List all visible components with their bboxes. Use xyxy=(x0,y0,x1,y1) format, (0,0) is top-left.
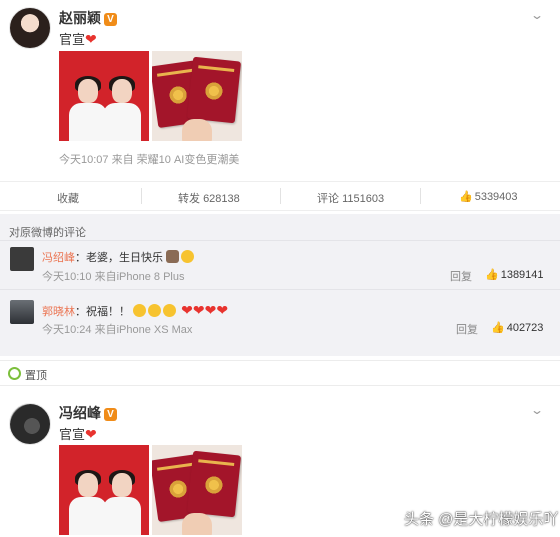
person-figure xyxy=(69,470,107,535)
comment-meta: 今天10:24 来自iPhone XS Max xyxy=(42,321,192,337)
repost-button[interactable]: 转发 628138 xyxy=(178,190,240,206)
pin-icon xyxy=(8,367,21,380)
like-count: 5339403 xyxy=(474,191,518,203)
thumbs-up-icon: 👍 xyxy=(459,191,473,203)
repost-label: 转发 xyxy=(178,193,200,205)
pinned-label: 置顶 xyxy=(25,370,47,382)
post-text: 官宣❤ xyxy=(59,29,97,48)
hand-icon xyxy=(182,119,212,141)
comment-item: 冯绍峰：老婆，生日快乐 今天10:10 来自iPhone 8 Plus 回复 👍… xyxy=(0,240,560,290)
thumbs-up-icon: 👍 xyxy=(491,322,505,334)
comment-username[interactable]: 冯绍峰 xyxy=(42,252,75,264)
post-username[interactable]: 赵丽颖 V xyxy=(59,8,117,28)
post-text: 官宣❤ xyxy=(59,424,97,443)
comment-time: 今天10:24 xyxy=(42,324,92,336)
comment-content: 老婆，生日快乐 xyxy=(86,252,163,264)
avatar[interactable] xyxy=(9,7,51,49)
face-emoji-icon xyxy=(163,304,177,317)
post-text-content: 官宣 xyxy=(59,427,86,442)
chevron-down-icon[interactable]: ⌄ xyxy=(530,8,544,22)
comment-like-count: 402723 xyxy=(506,322,544,334)
person-figure xyxy=(103,470,141,535)
post-image-certificates[interactable] xyxy=(152,51,242,141)
watermark: 头条 @是大柠檬娱乐吖 xyxy=(404,511,559,528)
comment-time: 今天10:10 xyxy=(42,271,92,283)
post-image-couple[interactable] xyxy=(59,51,149,141)
comment-like-button[interactable]: 👍 402723 xyxy=(491,321,543,334)
comment-like-button[interactable]: 👍 1389141 xyxy=(485,268,544,281)
verified-icon: V xyxy=(104,408,117,421)
weibo-post-1: 赵丽颖 V ⌄ 官宣❤ 今天10:07 来自 荣耀10 AI变色更潮美 xyxy=(0,0,560,181)
post-username[interactable]: 冯绍峰 V xyxy=(59,403,117,423)
comment-text: 郭晓林：祝福！！ ❤❤❤❤ xyxy=(42,302,228,319)
divider xyxy=(420,188,421,204)
post-time[interactable]: 今天10:07 xyxy=(59,154,109,166)
like-button[interactable]: 👍 5339403 xyxy=(459,190,518,203)
post-text-content: 官宣 xyxy=(59,32,86,47)
heart-icon: ❤❤❤❤ xyxy=(181,302,229,318)
comment-source: 来自iPhone 8 Plus xyxy=(94,271,185,283)
face-emoji-icon xyxy=(148,304,162,317)
comment-button[interactable]: 评论 1151603 xyxy=(317,190,384,206)
post-image-couple[interactable] xyxy=(59,445,149,535)
divider xyxy=(280,188,281,204)
avatar[interactable] xyxy=(9,403,51,445)
comment-item: 郭晓林：祝福！！ ❤❤❤❤ 今天10:24 来自iPhone XS Max 回复… xyxy=(0,294,560,344)
comment-label: 评论 xyxy=(317,193,339,205)
comment-count: 1151603 xyxy=(342,193,385,205)
thumbs-up-icon: 👍 xyxy=(485,269,499,281)
username-text[interactable]: 赵丽颖 xyxy=(59,10,101,26)
post-source: 来自 荣耀10 AI变色更潮美 xyxy=(111,154,240,166)
comments-header: 对原微博的评论 xyxy=(9,227,86,239)
comment-meta: 今天10:10 来自iPhone 8 Plus xyxy=(42,268,184,284)
heart-icon: ❤ xyxy=(85,31,97,47)
comment-username[interactable]: 郭晓林 xyxy=(42,306,75,318)
comment-source: 来自iPhone XS Max xyxy=(94,324,193,336)
comment-content: 祝福！！ xyxy=(86,306,130,318)
verified-icon: V xyxy=(104,13,117,26)
heart-icon: ❤ xyxy=(85,426,97,442)
favorite-button[interactable]: 收藏 xyxy=(57,190,79,206)
comment-colon: ： xyxy=(75,306,86,318)
chevron-down-icon[interactable]: ⌄ xyxy=(530,403,544,417)
comment-colon: ： xyxy=(75,252,86,264)
divider xyxy=(141,188,142,204)
comment-avatar[interactable] xyxy=(10,300,34,324)
hand-icon xyxy=(182,513,212,535)
face-emoji-icon xyxy=(181,250,195,263)
face-emoji-icon xyxy=(133,304,147,317)
post-meta: 今天10:07 来自 荣耀10 AI变色更潮美 xyxy=(59,151,239,167)
certificate-icon xyxy=(186,450,242,518)
person-figure xyxy=(69,76,107,141)
username-text[interactable]: 冯绍峰 xyxy=(59,405,101,421)
comment-like-count: 1389141 xyxy=(500,269,544,281)
post-action-bar: 收藏 转发 628138 评论 1151603 👍 5339403 xyxy=(0,181,560,211)
comment-avatar[interactable] xyxy=(10,247,34,271)
certificate-icon xyxy=(186,56,242,124)
post-image-certificates[interactable] xyxy=(152,445,242,535)
person-figure xyxy=(103,76,141,141)
cake-emoji-icon xyxy=(166,250,180,263)
pinned-bar: 置顶 xyxy=(0,360,560,386)
reply-button[interactable]: 回复 xyxy=(450,268,472,284)
comment-text: 冯绍峰：老婆，生日快乐 xyxy=(42,249,196,265)
repost-count: 628138 xyxy=(203,193,240,205)
reply-button[interactable]: 回复 xyxy=(456,321,478,337)
comments-panel: 对原微博的评论 冯绍峰：老婆，生日快乐 今天10:10 来自iPhone 8 P… xyxy=(0,214,560,356)
